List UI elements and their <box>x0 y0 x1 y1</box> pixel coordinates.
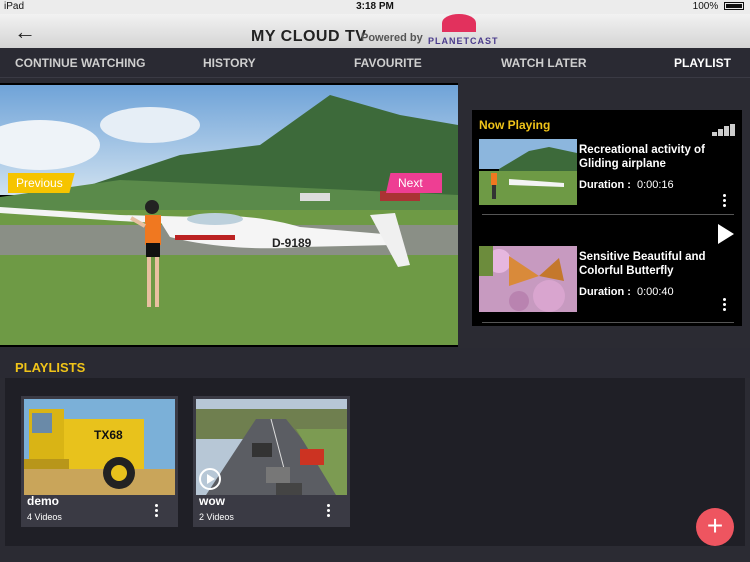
battery-status: 100% <box>693 1 744 12</box>
video-player[interactable]: D-9189 Previous Next <box>0 83 458 347</box>
play-icon[interactable] <box>718 224 734 244</box>
harvester-label: TX68 <box>94 428 123 442</box>
playlists-title: PLAYLISTS <box>15 360 86 375</box>
now-playing-panel: Now Playing Recreational activity of Gli… <box>472 110 742 326</box>
playlist-video-count: 2 Videos <box>199 512 234 522</box>
app-header: ← MY CLOUD TV Powered by PLANETCAST <box>0 14 750 48</box>
divider <box>482 322 734 323</box>
glider-thumbnail <box>479 139 577 205</box>
tab-continue-watching[interactable]: CONTINUE WATCHING <box>15 56 145 70</box>
equalizer-icon <box>712 124 736 136</box>
plane-registration: D-9189 <box>272 236 312 250</box>
duration-value: 0:00:40 <box>636 286 674 298</box>
now-playing-item-title: Recreational activity of Gliding airplan… <box>579 144 705 170</box>
powered-by-label: Powered by <box>361 32 423 44</box>
harvester-thumbnail: TX68 <box>24 399 175 495</box>
next-button[interactable]: Next <box>386 173 442 193</box>
more-options-icon[interactable] <box>325 504 331 520</box>
video-frame: D-9189 <box>0 85 458 345</box>
status-bar: iPad 3:18 PM 100% <box>0 0 750 14</box>
now-playing-item-glider[interactable]: Recreational activity of Gliding airplan… <box>479 139 737 211</box>
now-playing-title: Now Playing <box>479 118 551 132</box>
more-options-icon[interactable] <box>721 194 727 210</box>
planetcast-logo: PLANETCAST <box>428 14 500 46</box>
back-arrow-icon[interactable]: ← <box>14 19 36 45</box>
battery-percent: 100% <box>692 1 719 12</box>
tab-favourite[interactable]: FAVOURITE <box>354 56 422 70</box>
duration-value: 0:00:16 <box>636 179 674 191</box>
tab-playlist[interactable]: PLAYLIST <box>674 56 731 70</box>
now-playing-item-title: Sensitive Beautiful and Colorful Butterf… <box>579 251 706 277</box>
app-title: MY CLOUD TV <box>251 28 367 45</box>
main-tabs: CONTINUE WATCHING HISTORY FAVOURITE WATC… <box>0 48 750 78</box>
status-time: 3:18 PM <box>356 1 394 12</box>
tab-history[interactable]: HISTORY <box>203 56 256 70</box>
highway-thumbnail <box>196 399 347 495</box>
playlist-name: demo <box>27 494 60 508</box>
duration-label: Duration : <box>579 286 631 298</box>
tab-watch-later[interactable]: WATCH LATER <box>501 56 587 70</box>
playlist-video-count: 4 Videos <box>27 512 62 522</box>
more-options-icon[interactable] <box>721 298 727 314</box>
now-playing-item-duration: Duration : 0:00:16 <box>579 179 674 191</box>
divider <box>482 214 734 215</box>
playlist-card-wow[interactable]: wow 2 Videos <box>193 396 350 527</box>
playlists-grid: TX68 demo 4 Videos wow 2 Videos <box>5 378 745 546</box>
playlist-name: wow <box>199 494 225 508</box>
partner-name: PLANETCAST <box>428 36 499 46</box>
playlist-card-demo[interactable]: TX68 demo 4 Videos <box>21 396 178 527</box>
add-playlist-button[interactable]: + <box>696 508 734 546</box>
butterfly-thumbnail <box>479 246 577 312</box>
battery-icon <box>724 2 744 11</box>
logo-mountain-icon <box>442 14 476 32</box>
playlists-header: PLAYLISTS <box>0 348 750 378</box>
more-options-icon[interactable] <box>153 504 159 520</box>
now-playing-item-butterfly[interactable]: Sensitive Beautiful and Colorful Butterf… <box>479 246 737 318</box>
previous-button[interactable]: Previous <box>8 173 75 193</box>
now-playing-item-duration: Duration : 0:00:40 <box>579 286 674 298</box>
duration-label: Duration : <box>579 179 631 191</box>
